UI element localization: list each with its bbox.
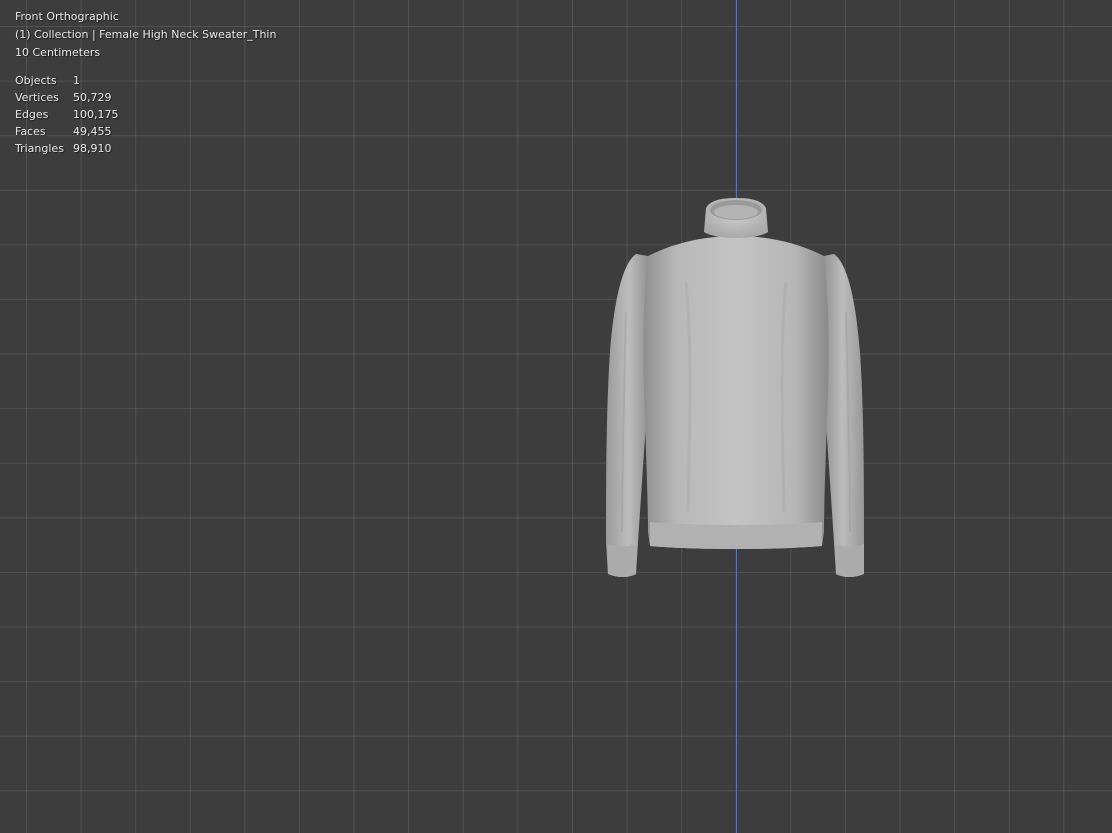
stat-row-vertices: Vertices 50,729: [15, 89, 119, 106]
viewport-info: Front Orthographic (1) Collection | Fema…: [15, 8, 276, 62]
right-cuff: [835, 544, 864, 577]
stat-row-faces: Faces 49,455: [15, 123, 119, 140]
stat-label: Faces: [15, 125, 46, 138]
stat-label: Vertices: [15, 91, 59, 104]
stat-value: 100,175: [73, 108, 119, 121]
sweater-mesh[interactable]: [596, 192, 876, 592]
hem-rib: [650, 522, 822, 549]
3d-viewport[interactable]: Front Orthographic (1) Collection | Fema…: [0, 0, 1112, 833]
statistics-overlay: Objects 1 Vertices 50,729 Edges 100,175 …: [15, 72, 119, 157]
grid-scale-label: 10 Centimeters: [15, 46, 101, 59]
stat-row-triangles: Triangles 98,910: [15, 140, 119, 157]
stat-value: 50,729: [73, 91, 112, 104]
stat-value: 98,910: [73, 142, 112, 155]
stat-label: Triangles: [15, 142, 64, 155]
collection-label: (1) Collection | Female High Neck Sweate…: [15, 28, 277, 41]
sweater-body: [643, 236, 829, 549]
stat-row-edges: Edges 100,175: [15, 106, 119, 123]
view-name: Front Orthographic: [15, 10, 119, 23]
stat-row-objects: Objects 1: [15, 72, 119, 89]
stat-value: 1: [73, 74, 80, 87]
stat-label: Objects: [15, 74, 57, 87]
stat-label: Edges: [15, 108, 49, 121]
left-cuff: [607, 544, 637, 577]
stat-value: 49,455: [73, 125, 112, 138]
